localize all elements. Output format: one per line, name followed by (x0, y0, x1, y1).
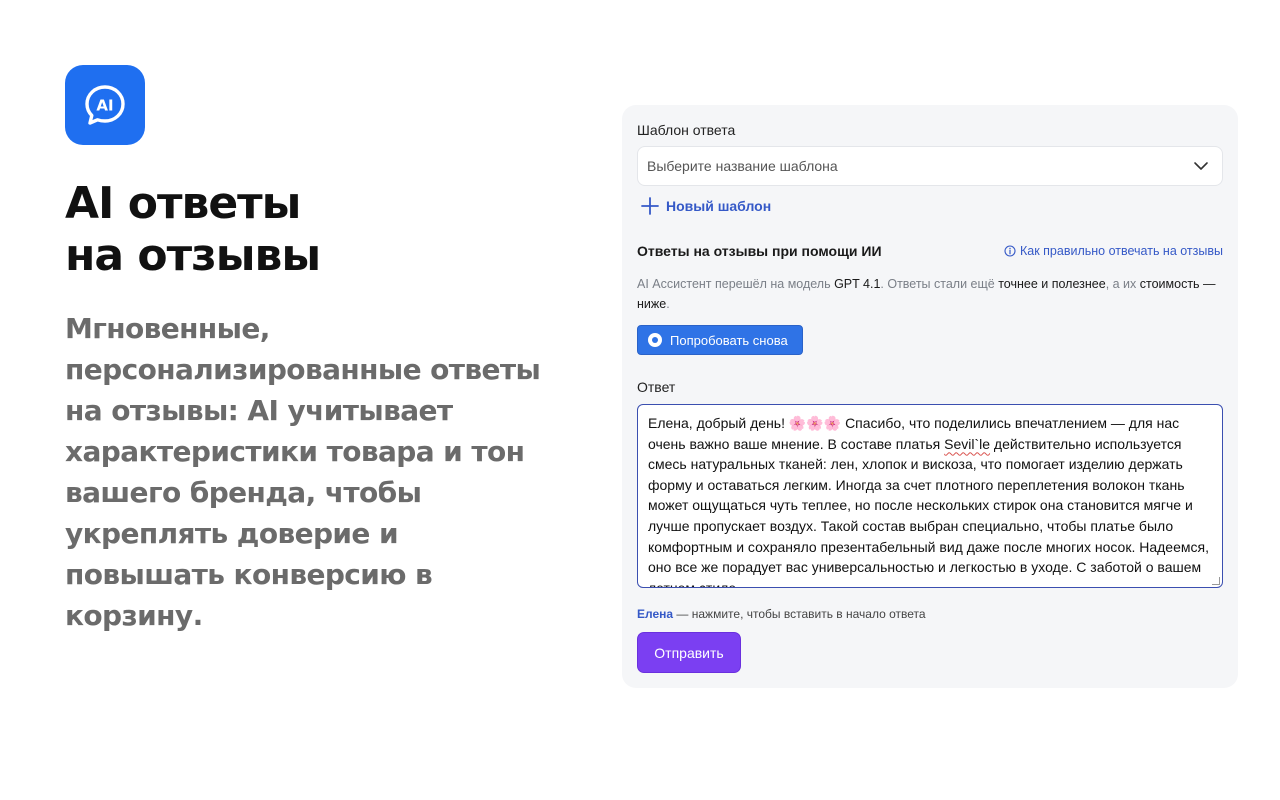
review-reply-panel: Шаблон ответа Выберите название шаблона … (622, 105, 1238, 688)
send-button[interactable]: Отправить (637, 632, 741, 673)
notice-text: . Ответы стали ещё (880, 277, 999, 291)
template-select[interactable]: Выберите название шаблона (637, 146, 1223, 186)
ai-section-title: Ответы на отзывы при помощи ИИ (637, 243, 882, 259)
answer-text: действительно используется смесь натурал… (648, 435, 1209, 588)
ai-chat-icon: AI (85, 85, 125, 125)
insert-hint-text: — нажмите, чтобы вставить в начало ответ… (673, 607, 926, 621)
help-link-label: Как правильно отвечать на отзывы (1019, 244, 1223, 258)
notice-text: . (666, 297, 670, 311)
help-link[interactable]: Как правильно отвечать на отзывы (1004, 244, 1223, 258)
headline-line-2: на отзывы (65, 230, 321, 281)
svg-text:AI: AI (96, 97, 113, 115)
headline-line-1: AI ответы (65, 178, 301, 229)
promo-subtext: Мгновенные, персонализированные ответы н… (65, 312, 541, 632)
notice-text: AI Ассистент перешёл на модель (637, 277, 835, 291)
new-template-button[interactable]: Новый шаблон (640, 196, 771, 216)
info-icon (1004, 245, 1016, 257)
insert-name-link[interactable]: Елена (637, 607, 673, 621)
notice-text: , а их (1105, 277, 1140, 291)
model-notice: AI Ассистент перешёл на модель GPT 4.1. … (637, 274, 1227, 314)
template-label: Шаблон ответа (637, 122, 736, 138)
template-select-value: Выберите название шаблона (647, 158, 838, 174)
answer-brand: Sevil`le (944, 435, 991, 452)
plus-icon (641, 197, 659, 215)
retry-button[interactable]: Попробовать снова (637, 325, 803, 355)
app-logo: AI (65, 65, 145, 145)
headline: AI ответы на отзывы (65, 178, 565, 282)
notice-highlight: точнее и полезнее (998, 277, 1106, 291)
chevron-down-icon (1194, 162, 1208, 170)
notice-model: GPT 4.1 (834, 277, 881, 291)
resize-handle[interactable] (1212, 577, 1220, 585)
spinner-icon (648, 333, 662, 347)
answer-label: Ответ (637, 379, 676, 395)
answer-textarea[interactable]: Елена, добрый день! 🌸🌸🌸 Спасибо, что под… (637, 404, 1223, 588)
new-template-label: Новый шаблон (666, 198, 772, 214)
retry-button-label: Попробовать снова (670, 332, 788, 348)
insert-name-hint: Елена — нажмите, чтобы вставить в начало… (637, 607, 926, 621)
send-button-label: Отправить (654, 644, 724, 661)
